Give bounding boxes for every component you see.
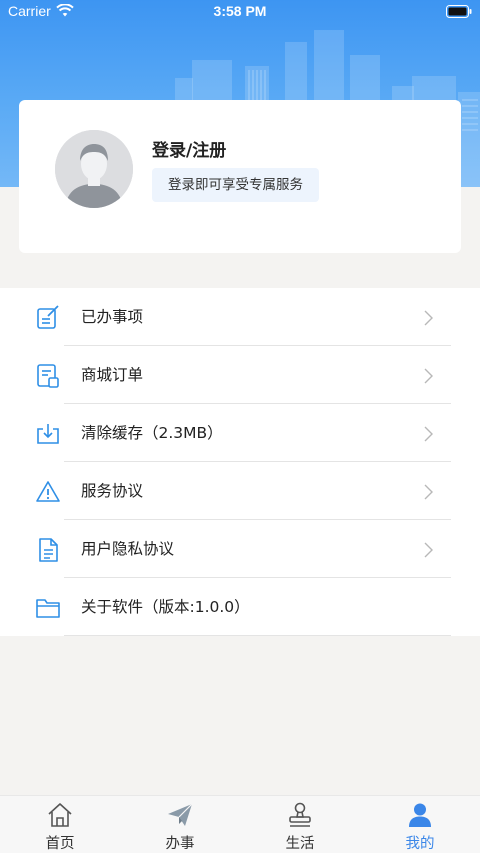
chevron-right-icon [424,310,433,326]
chevron-right-icon [424,426,433,442]
menu-item-label: 用户隐私协议 [81,540,175,558]
bottom-tab-bar: 首页 办事 生活 我的 [0,795,480,853]
menu-item-label: 清除缓存（2.3MB） [81,424,223,442]
home-icon [48,803,72,827]
tab-label: 首页 [45,836,75,852]
tab-label: 生活 [285,836,315,852]
user-icon [409,803,431,827]
order-receipt-icon [37,364,59,388]
menu-item-about-software[interactable]: 关于软件（版本:1.0.0） [0,578,480,636]
warning-triangle-icon [36,481,60,502]
menu-item-label: 商城订单 [81,366,144,384]
tab-mine[interactable]: 我的 [360,796,480,853]
status-bar: Carrier 3:58 PM [0,0,480,24]
paper-plane-icon [168,803,193,826]
login-register-link[interactable]: 登录/注册 [152,136,226,161]
menu-item-completed-tasks[interactable]: 已办事项 [0,288,480,346]
menu-item-label: 服务协议 [81,482,144,500]
chevron-right-icon [424,368,433,384]
menu-item-mall-orders[interactable]: 商城订单 [0,346,480,404]
menu-item-label: 关于软件（版本:1.0.0） [81,598,250,616]
settings-menu: 已办事项 商城订单 清除缓存（2.3MB） 服务协议 用户隐私协议 关于软件（版… [0,288,480,636]
menu-item-label: 已办事项 [81,308,144,326]
tab-label: 办事 [165,836,195,852]
folder-icon [36,599,60,618]
tab-home[interactable]: 首页 [0,796,120,853]
profile-card[interactable]: 登录/注册 登录即可享受专属服务 [19,100,461,253]
document-icon [39,538,58,562]
menu-item-service-agreement[interactable]: 服务协议 [0,462,480,520]
edit-document-icon [37,305,59,329]
tab-label: 我的 [405,836,435,852]
avatar[interactable] [55,130,133,208]
tab-services[interactable]: 办事 [120,796,240,853]
chevron-right-icon [424,542,433,558]
stamp-icon [289,802,311,827]
battery-icon [446,5,472,18]
menu-item-privacy-agreement[interactable]: 用户隐私协议 [0,520,480,578]
login-hint-badge: 登录即可享受专属服务 [152,168,319,202]
chevron-right-icon [424,484,433,500]
default-avatar-icon [55,130,133,208]
menu-item-clear-cache[interactable]: 清除缓存（2.3MB） [0,404,480,462]
tab-life[interactable]: 生活 [240,796,360,853]
divider [64,635,451,636]
download-tray-icon [37,424,59,444]
status-time: 3:58 PM [213,3,267,19]
